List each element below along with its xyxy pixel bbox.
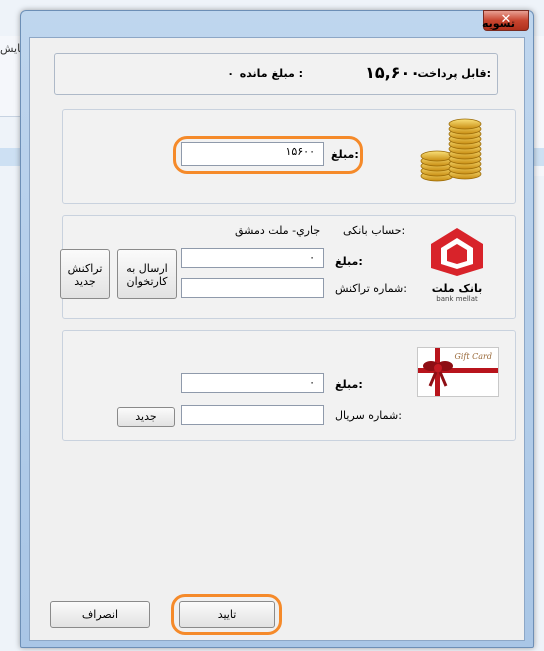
bank-amount-label: مبلغ: xyxy=(335,255,363,268)
gift-amount-input[interactable]: ۰ xyxy=(181,373,324,393)
new-transaction-line-2: جديد xyxy=(74,275,96,288)
dialog-content: قابل پرداخت: ۱۵,۶۰۰ مبلغ مانده : ۰ ۱۵۶۰۰… xyxy=(29,37,525,641)
gift-card-panel: Gift Card ۰ مبلغ: شماره سريال: جديد xyxy=(62,330,516,441)
bank-logo-text-fa: بانک ملت xyxy=(431,282,483,295)
cash-panel: ۱۵۶۰۰ مبلغ: xyxy=(62,109,516,204)
gift-card-text: Gift Card xyxy=(454,352,492,361)
summary-panel: قابل پرداخت: ۱۵,۶۰۰ مبلغ مانده : ۰ xyxy=(54,53,498,95)
background-selected-row xyxy=(0,148,22,166)
remaining-value: ۰ xyxy=(227,67,234,80)
title-bar[interactable]: ✕ تسويه xyxy=(21,10,533,37)
payable-label: قابل پرداخت: xyxy=(417,67,491,80)
bank-amount-input[interactable]: ۰ xyxy=(181,248,324,268)
settlement-dialog: ✕ تسويه قابل پرداخت: ۱۵,۶۰۰ مبلغ مانده :… xyxy=(20,10,534,648)
gift-amount-label: مبلغ: xyxy=(335,378,363,391)
send-button-line-2: کارتخوان xyxy=(126,275,168,288)
new-transaction-line-1: تراكنش xyxy=(67,262,103,275)
cash-amount-label: مبلغ: xyxy=(331,148,359,161)
payable-value: ۱۵,۶۰۰ xyxy=(365,63,420,82)
gift-serial-label: شماره سريال: xyxy=(335,409,402,422)
cash-amount-input[interactable]: ۱۵۶۰۰ xyxy=(181,142,324,166)
cancel-button[interactable]: انصراف xyxy=(50,601,150,628)
gift-new-button[interactable]: جديد xyxy=(117,407,175,427)
confirm-button[interactable]: تاييد xyxy=(179,601,275,628)
bank-account-label: حساب بانكی: xyxy=(343,224,406,237)
gift-serial-input[interactable] xyxy=(181,405,324,425)
send-button-line-1: ارسال به xyxy=(126,262,168,275)
bank-panel: بانک ملت bank mellat حساب بانكی: جاري- م… xyxy=(60,215,516,319)
send-to-card-reader-button[interactable]: ارسال به کارتخوان xyxy=(117,249,177,299)
bank-mellat-logo: بانک ملت bank mellat xyxy=(425,226,489,303)
gold-coins-icon xyxy=(420,118,482,182)
window-title: تسويه xyxy=(481,17,515,30)
bank-logo-text-en: bank mellat xyxy=(436,295,478,303)
bank-tracking-input[interactable] xyxy=(181,278,324,298)
bank-tracking-label: شماره تراكنش: xyxy=(335,282,407,295)
remaining-label: مبلغ مانده : xyxy=(239,67,303,80)
gift-card-image: Gift Card xyxy=(417,347,499,397)
bank-mellat-icon xyxy=(431,228,483,276)
new-transaction-button[interactable]: تراكنش جديد xyxy=(60,249,110,299)
bank-account-value: جاري- ملت دمشق xyxy=(235,224,321,237)
